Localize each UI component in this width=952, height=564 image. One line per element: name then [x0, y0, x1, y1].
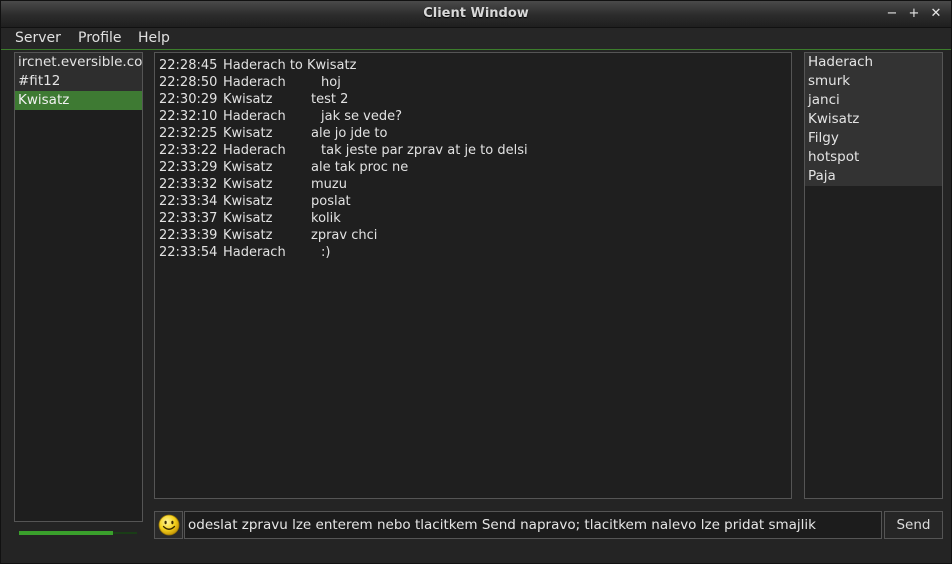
menu-profile[interactable]: Profile [78, 30, 122, 46]
message-time: 22:33:39 [159, 228, 218, 243]
message-nick: Kwisatz [223, 126, 273, 141]
menu-server[interactable]: Server [15, 30, 61, 46]
chat-message: 22:33:54 Haderach:) [159, 244, 791, 261]
message-nick: Kwisatz [223, 177, 273, 192]
minimize-button[interactable]: − [883, 5, 901, 23]
message-text: test 2 [311, 92, 349, 107]
message-nick: Kwisatz [223, 160, 273, 175]
message-text: tak jeste par zprav at je to delsi [321, 143, 528, 158]
send-button[interactable]: Send [884, 511, 943, 539]
window-title: Client Window [423, 6, 529, 21]
user-list: Haderach smurk janci Kwisatz Filgy hotspot Paj… [804, 52, 943, 499]
chat-message: 22:33:32 Kwisatz muzu [159, 176, 791, 193]
chat-message: 22:33:37 Kwisatz kolik [159, 210, 791, 227]
message-input[interactable] [184, 511, 882, 539]
chat-log: 22:28:45 Haderach to Kwisatz 22:28:50 Hader… [154, 52, 792, 499]
chat-message: 22:28:50 Haderach hoj [159, 74, 791, 91]
message-nick: Kwisatz [223, 228, 273, 243]
chat-message: 22:32:25 Kwisatz ale jo jde to [159, 125, 791, 142]
client-window: Client Window − + ✕ Server Profile Help … [0, 0, 952, 564]
chat-message: 22:28:45 Haderach to Kwisatz [159, 57, 791, 74]
message-text: hoj [321, 75, 341, 90]
menu-help[interactable]: Help [138, 30, 170, 46]
message-time: 22:33:54 [159, 245, 218, 260]
message-time: 22:33:34 [159, 194, 218, 209]
menu-bar: Server Profile Help [1, 28, 951, 50]
user-item[interactable]: Kwisatz [805, 110, 942, 129]
message-text: muzu [311, 177, 347, 192]
message-time: 22:30:29 [159, 92, 218, 107]
message-time: 22:32:25 [159, 126, 218, 141]
message-nick: Haderach to Kwisatz [223, 58, 357, 73]
message-text: kolik [311, 211, 341, 226]
chat-message: 22:30:29 Kwisatz test 2 [159, 91, 791, 108]
message-text: :) [321, 245, 331, 260]
user-item[interactable]: hotspot [805, 148, 942, 167]
channel-item-fit12[interactable]: #fit12 [15, 72, 142, 91]
message-time: 22:28:45 [159, 58, 218, 73]
maximize-button[interactable]: + [905, 5, 923, 23]
channel-item-kwisatz[interactable]: Kwisatz [15, 91, 142, 110]
chat-message: 22:33:22 Haderach tak jeste par zprav at j… [159, 142, 791, 159]
smiley-icon [158, 514, 180, 536]
message-nick: Kwisatz [223, 92, 273, 107]
channel-item-server[interactable]: ircnet.eversible.co [15, 53, 142, 72]
chat-message: 22:33:34 Kwisatz poslat [159, 193, 791, 210]
user-item[interactable]: Haderach [805, 53, 942, 72]
message-text: zprav chci [311, 228, 378, 243]
close-button[interactable]: ✕ [927, 5, 945, 23]
message-nick: Haderach [223, 245, 286, 260]
channel-list: ircnet.eversible.co #fit12 Kwisatz [14, 52, 143, 522]
user-item[interactable]: smurk [805, 72, 942, 91]
connection-progress [19, 531, 137, 535]
message-text: ale tak proc ne [311, 160, 409, 175]
user-item[interactable]: janci [805, 91, 942, 110]
chat-message: 22:33:39 Kwisatz zprav chci [159, 227, 791, 244]
message-time: 22:33:32 [159, 177, 218, 192]
message-nick: Haderach [223, 109, 286, 124]
message-text: jak se vede? [321, 109, 402, 124]
message-nick: Haderach [223, 143, 286, 158]
message-nick: Kwisatz [223, 194, 273, 209]
message-nick: Haderach [223, 75, 286, 90]
user-item[interactable]: Paja [805, 167, 942, 186]
message-time: 22:33:29 [159, 160, 218, 175]
message-nick: Kwisatz [223, 211, 273, 226]
message-time: 22:33:37 [159, 211, 218, 226]
message-time: 22:28:50 [159, 75, 218, 90]
chat-message: 22:33:29 Kwisatz ale tak proc ne [159, 159, 791, 176]
message-text: poslat [311, 194, 351, 209]
smiley-button[interactable] [154, 511, 183, 539]
chat-message: 22:32:10 Haderach jak se vede? [159, 108, 791, 125]
message-time: 22:33:22 [159, 143, 218, 158]
message-text: ale jo jde to [311, 126, 388, 141]
title-bar[interactable]: Client Window − + ✕ [1, 1, 951, 28]
progress-fill [19, 531, 114, 535]
message-time: 22:32:10 [159, 109, 218, 124]
user-item[interactable]: Filgy [805, 129, 942, 148]
